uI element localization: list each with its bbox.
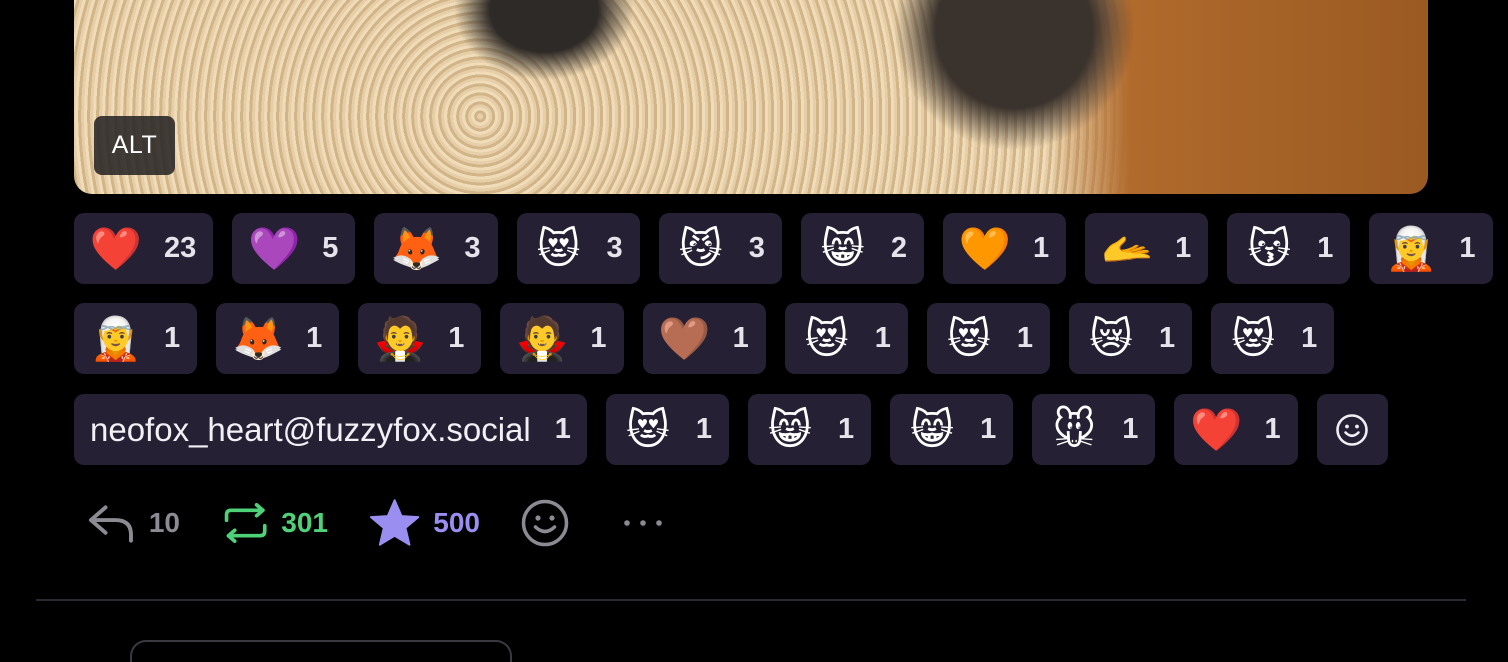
- anime-heart-icon: 🧛: [374, 314, 427, 362]
- reaction-count: 1: [448, 322, 465, 354]
- neofox-icon: 🦊: [390, 224, 443, 272]
- red-heart-icon: ❤️: [89, 224, 143, 272]
- reaction-count: 1: [980, 413, 997, 445]
- reaction-neocat-hug-2[interactable]: 😻 1: [926, 303, 1050, 374]
- reaction-brown-heart[interactable]: 🤎 1: [642, 303, 766, 374]
- neofox-heart-icon: 🦊: [232, 314, 285, 362]
- favourite-count: 500: [433, 507, 480, 538]
- reaction-count: 1: [590, 322, 607, 354]
- neocat-hug-icon: 😻: [536, 224, 581, 272]
- reaction-count: 5: [322, 232, 339, 264]
- reaction-neofox-cry[interactable]: 😿 1: [1068, 303, 1193, 374]
- reaction-red-heart[interactable]: ❤️ 23: [74, 213, 214, 284]
- orange-heart-icon: 🧡: [958, 224, 1012, 272]
- reaction-count: 1: [1459, 232, 1476, 264]
- reply-icon: [88, 505, 133, 543]
- neofox-hug-icon: 😻: [625, 405, 670, 453]
- reaction-neofox-hug[interactable]: 😻 1: [1211, 303, 1335, 374]
- reaction-hand[interactable]: 🫴 1: [1085, 213, 1209, 284]
- reaction-count: 1: [554, 413, 571, 445]
- reaction-count: 1: [874, 322, 891, 354]
- reaction-count: 1: [1175, 232, 1192, 264]
- smiley-icon: [1336, 413, 1368, 446]
- neocat-cook-icon: 😸: [768, 405, 812, 453]
- reaction-neocat-heart-hug[interactable]: 😻 3: [516, 213, 640, 284]
- neofox-cry-icon: 😿: [1089, 314, 1133, 362]
- boost-button[interactable]: 301: [222, 500, 328, 546]
- brown-heart-icon: 🤎: [658, 314, 711, 362]
- more-button[interactable]: [622, 517, 664, 529]
- reaction-count: 1: [164, 322, 181, 354]
- reaction-neofox-thinking[interactable]: 🦊 3: [374, 213, 498, 284]
- reaction-count: 1: [1264, 413, 1281, 445]
- reaction-count: 1: [732, 322, 749, 354]
- reply-button[interactable]: 10: [86, 501, 180, 545]
- boost-icon: [224, 502, 267, 544]
- cat-heart-icon: 😽: [1247, 224, 1292, 272]
- reaction-count: 1: [1016, 322, 1033, 354]
- reaction-row: 🧝 1 🦊 1 🧛 1 🧛 1 🤎 1 😻 1 😻 1 😿 1 😻 1: [74, 303, 1335, 374]
- reaction-mouse[interactable]: 🐭 1: [1032, 394, 1156, 465]
- reaction-neocat-cook[interactable]: 😸 2: [800, 213, 924, 284]
- favourite-button[interactable]: 500: [368, 498, 480, 548]
- anime-girl-icon: 🧝: [89, 314, 143, 362]
- reply-count: 10: [148, 507, 180, 538]
- star-icon: [369, 499, 420, 546]
- post-divider: [36, 599, 1466, 601]
- reaction-count: 1: [1317, 232, 1334, 264]
- neocat-cook-icon: 😸: [910, 405, 955, 453]
- reaction-neocat-hug[interactable]: 😻 1: [784, 303, 908, 374]
- post-action-bar: 10 301 500: [86, 497, 664, 549]
- more-icon: [624, 520, 662, 526]
- smiley-icon: [521, 499, 569, 547]
- reaction-anime-girl-2[interactable]: 🧝 1: [74, 303, 198, 374]
- neocat-icon: 😼: [678, 224, 723, 272]
- reaction-count: 1: [306, 322, 323, 354]
- reaction-anime-girl[interactable]: 🧝 1: [1369, 213, 1493, 284]
- reaction-neofox-heart[interactable]: 🦊 1: [216, 303, 340, 374]
- reaction-count: 23: [164, 232, 197, 264]
- reaction-count: 3: [748, 232, 765, 264]
- reaction-count: 3: [464, 232, 481, 264]
- reaction-heart-creature[interactable]: ❤️ 1: [1174, 394, 1298, 465]
- react-button[interactable]: [520, 498, 570, 548]
- heart-creature-icon: ❤️: [1190, 405, 1243, 453]
- reaction-purple-heart[interactable]: 💜 5: [232, 213, 356, 284]
- reaction-count: 1: [1158, 322, 1176, 354]
- next-post-peek: [130, 640, 512, 662]
- neocat-cook-icon: 😸: [820, 224, 865, 272]
- reaction-count: 3: [606, 232, 623, 264]
- reaction-count: 1: [1122, 413, 1139, 445]
- reaction-remote[interactable]: neofox_heart@fuzzyfox.social 1: [74, 394, 587, 465]
- reaction-row: neofox_heart@fuzzyfox.social 1 😻 1 😸 1 😸 1 🐭…: [74, 394, 1388, 465]
- neocat-hug-icon: 😻: [946, 314, 991, 362]
- reaction-cat-heart[interactable]: 😽 1: [1227, 213, 1351, 284]
- reaction-neocat-cook-2[interactable]: 😸 1: [748, 394, 872, 465]
- reaction-count: 1: [838, 413, 855, 445]
- purple-heart-icon: 💜: [248, 224, 301, 272]
- add-reaction-button[interactable]: [1316, 394, 1388, 465]
- mouse-icon: 🐭: [1052, 405, 1097, 453]
- reaction-shortcode: neofox_heart@fuzzyfox.social: [90, 410, 531, 448]
- reaction-count: 2: [890, 232, 907, 264]
- post-media-image[interactable]: [74, 0, 1428, 194]
- reaction-count: 1: [695, 413, 713, 445]
- reaction-orange-heart[interactable]: 🧡 1: [942, 213, 1067, 284]
- neocat-hug-icon: 😻: [804, 314, 849, 362]
- reaction-neocat-cook-3[interactable]: 😸 1: [890, 394, 1014, 465]
- anime-girl-icon: 🧝: [1385, 224, 1438, 272]
- reaction-anime-heart-2[interactable]: 🧛 1: [500, 303, 624, 374]
- reaction-count: 1: [1032, 232, 1050, 264]
- alt-badge[interactable]: ALT: [94, 116, 175, 175]
- boost-count: 301: [281, 507, 328, 538]
- reaction-count: 1: [1301, 322, 1318, 354]
- hand-icon: 🫴: [1100, 224, 1154, 272]
- reaction-anime-heart[interactable]: 🧛 1: [358, 303, 482, 374]
- reaction-row: ❤️ 23 💜 5 🦊 3 😻 3 😼 3 😸 2 🧡 1 🫴 1 😽 1 🧝 1: [74, 213, 1493, 284]
- neofox-hug-icon: 😻: [1231, 314, 1276, 362]
- anime-heart-icon: 🧛: [516, 314, 569, 362]
- reaction-neocat[interactable]: 😼 3: [658, 213, 782, 284]
- reaction-neofox-hug-2[interactable]: 😻 1: [605, 394, 730, 465]
